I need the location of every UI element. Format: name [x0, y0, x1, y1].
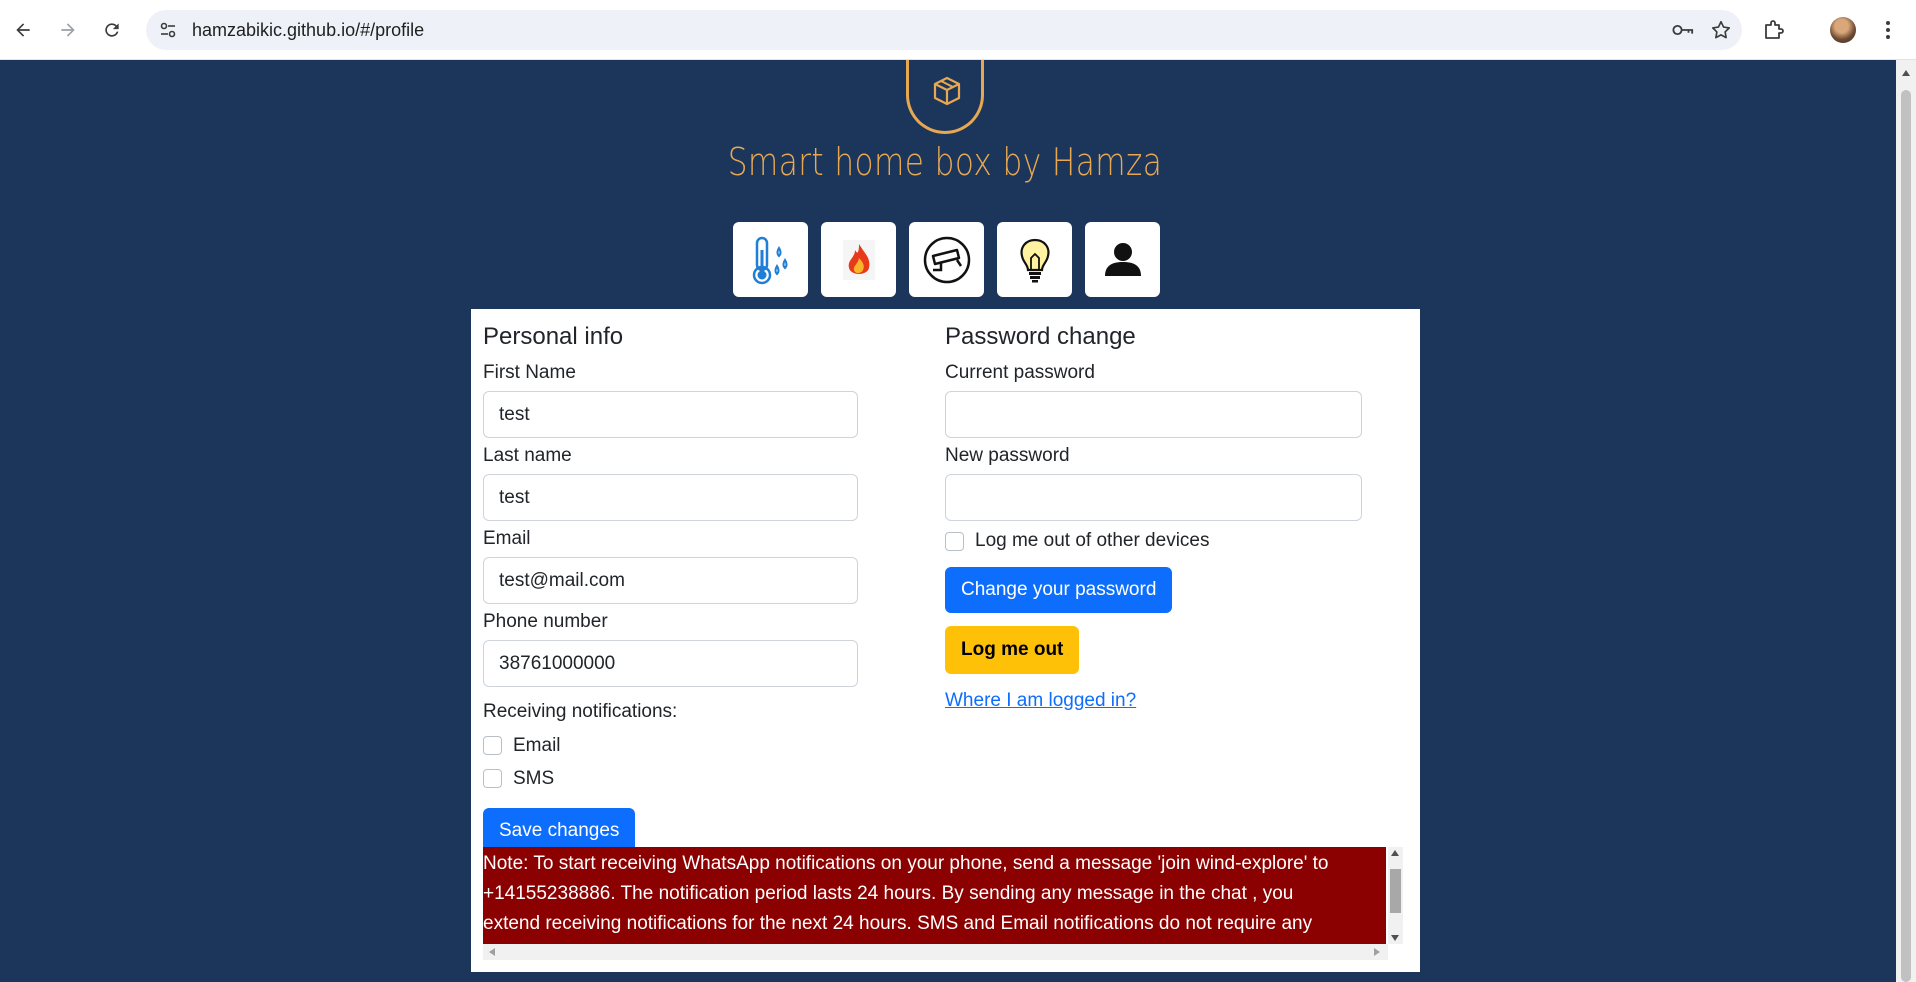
notif-email-checkbox[interactable]: [483, 736, 502, 755]
email-input[interactable]: test@mail.com: [483, 557, 858, 604]
notif-sms-label[interactable]: SMS: [513, 768, 554, 790]
temperature-humidity-tile[interactable]: [733, 222, 808, 297]
email-label: Email: [483, 528, 531, 549]
notif-email-label[interactable]: Email: [513, 735, 561, 757]
personal-info-section: Personal info First Name test Last name …: [483, 323, 863, 854]
profile-tile[interactable]: [1085, 222, 1160, 297]
whatsapp-note-box: Note: To start receiving WhatsApp notifi…: [483, 847, 1403, 965]
change-password-button[interactable]: Change your password: [945, 567, 1173, 613]
forward-icon[interactable]: [50, 12, 86, 48]
notif-sms-row: SMS: [483, 762, 863, 795]
fire-icon: [842, 239, 875, 280]
scroll-right-icon[interactable]: [1374, 948, 1380, 956]
password-change-heading: Password change: [945, 323, 1136, 350]
scroll-up-icon[interactable]: [1391, 850, 1399, 856]
fire-tile[interactable]: [821, 222, 896, 297]
note-line-1: Note: To start receiving WhatsApp notifi…: [483, 853, 1329, 874]
page-content: Smart home box by Hamza Personal info Fi…: [0, 60, 1896, 982]
logout-others-row: Log me out of other devices: [945, 527, 1365, 555]
note-horizontal-scrollbar[interactable]: [483, 944, 1388, 960]
extensions-icon[interactable]: [1762, 18, 1786, 42]
note-vertical-scrollbar[interactable]: [1388, 847, 1403, 944]
site-title: Smart home box by Hamza: [727, 140, 1163, 184]
scroll-thumb[interactable]: [1390, 869, 1401, 913]
back-icon[interactable]: [5, 12, 41, 48]
page-scroll-up-icon[interactable]: [1902, 70, 1910, 76]
security-camera-icon: [923, 236, 970, 283]
profile-avatar[interactable]: [1830, 17, 1856, 43]
page-scroll-thumb[interactable]: [1901, 90, 1911, 982]
browser-toolbar: hamzabikic.github.io/#/profile: [0, 0, 1916, 60]
phone-input[interactable]: 38761000000: [483, 640, 858, 687]
last-name-label: Last name: [483, 445, 572, 466]
phone-label: Phone number: [483, 611, 608, 632]
scroll-down-icon[interactable]: [1391, 935, 1399, 941]
last-name-input[interactable]: test: [483, 474, 858, 521]
light-bulb-icon: [1019, 238, 1050, 282]
scroll-left-icon[interactable]: [489, 948, 495, 956]
temperature-humidity-icon: [752, 236, 787, 284]
current-password-label: Current password: [945, 362, 1095, 383]
page-scrollbar[interactable]: [1896, 60, 1916, 982]
user-profile-icon: [1104, 242, 1141, 276]
password-change-section: Password change Current password New pas…: [945, 323, 1365, 712]
address-bar[interactable]: hamzabikic.github.io/#/profile: [146, 10, 1742, 50]
more-menu-icon[interactable]: [1884, 18, 1892, 42]
notifications-label: Receiving notifications:: [483, 701, 678, 722]
note-line-3: extend receiving notifications for the n…: [483, 913, 1313, 934]
profile-panel: Personal info First Name test Last name …: [471, 309, 1420, 972]
new-password-label: New password: [945, 445, 1070, 466]
reload-icon[interactable]: [94, 12, 130, 48]
logout-others-checkbox[interactable]: [945, 531, 964, 551]
site-logo: [906, 60, 984, 134]
current-password-input[interactable]: [945, 391, 1362, 438]
note-line-2: +14155238886. The notification period la…: [483, 883, 1294, 904]
light-tile[interactable]: [997, 222, 1072, 297]
notif-email-row: Email: [483, 729, 863, 762]
bookmark-star-icon[interactable]: [1710, 19, 1732, 41]
first-name-label: First Name: [483, 362, 576, 383]
whatsapp-note: Note: To start receiving WhatsApp notifi…: [483, 847, 1386, 944]
personal-info-heading: Personal info: [483, 323, 624, 350]
where-logged-in-link[interactable]: Where I am logged in?: [945, 690, 1136, 711]
new-password-input[interactable]: [945, 474, 1362, 521]
logout-others-label[interactable]: Log me out of other devices: [975, 530, 1209, 552]
security-camera-tile[interactable]: [909, 222, 984, 297]
notif-sms-checkbox[interactable]: [483, 769, 502, 788]
log-me-out-button[interactable]: Log me out: [945, 626, 1080, 674]
url-text[interactable]: hamzabikic.github.io/#/profile: [192, 20, 424, 40]
first-name-input[interactable]: test: [483, 391, 858, 438]
box-icon: [933, 76, 961, 106]
password-key-icon[interactable]: [1672, 20, 1694, 40]
site-settings-icon[interactable]: [158, 20, 178, 40]
device-nav: [733, 222, 1160, 297]
